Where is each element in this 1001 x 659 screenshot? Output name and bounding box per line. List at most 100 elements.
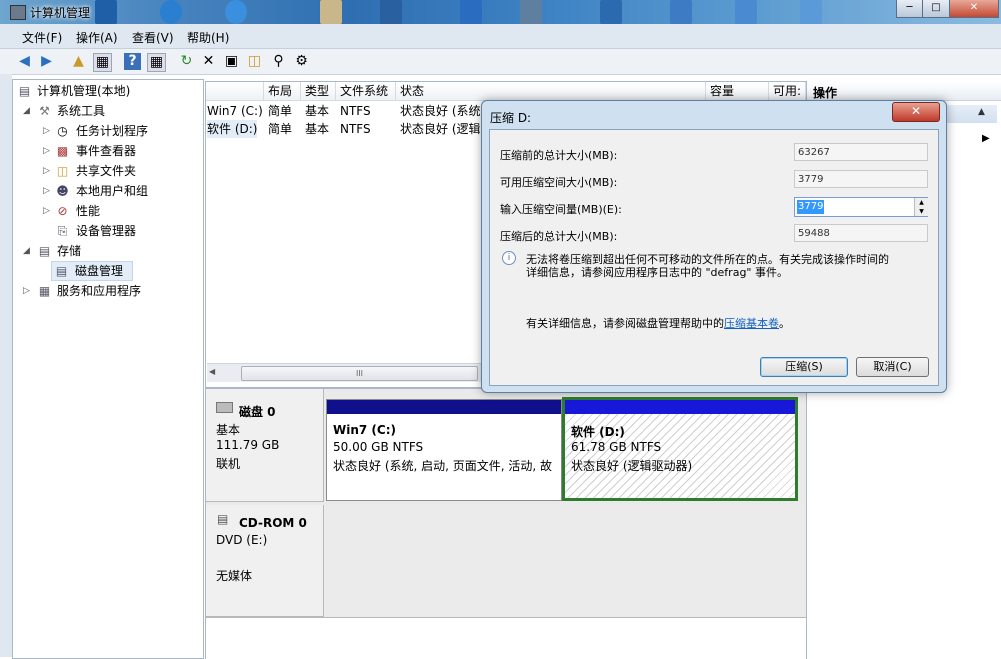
cdrom-empty-area: [324, 505, 806, 616]
shrink-amount-value: 3779: [797, 200, 825, 214]
computer-management-icon: [10, 5, 26, 20]
disk-icon: [216, 402, 233, 413]
horizontal-scrollbar[interactable]: ◀ III: [207, 363, 482, 382]
more-actions-arrow-icon[interactable]: ▶: [982, 133, 990, 144]
tree-label: 计算机管理(本地): [37, 84, 131, 98]
collapse-icon[interactable]: ◢: [23, 241, 33, 261]
disk-state: 联机: [216, 457, 241, 471]
expand-icon[interactable]: ▷: [43, 181, 53, 201]
menu-help[interactable]: 帮助(H): [187, 29, 229, 46]
menu-action[interactable]: 操作(A): [76, 29, 118, 46]
background-tile: [160, 0, 182, 24]
properties-icon[interactable]: ▣: [223, 53, 240, 70]
back-icon[interactable]: ◀: [16, 53, 33, 70]
column-header-capacity[interactable]: 容量: [706, 82, 769, 101]
tree-label: 任务计划程序: [76, 124, 149, 138]
performance-icon: ⊘: [57, 204, 68, 218]
total-before-label: 压缩前的总计大小(MB):: [500, 149, 618, 162]
disk-0-label[interactable]: 磁盘 0 基本 111.79 GB 联机: [206, 389, 324, 502]
minimize-button[interactable]: ─: [896, 0, 923, 18]
volume-type: 基本: [305, 122, 330, 136]
menu-view[interactable]: 查看(V): [132, 29, 174, 46]
tree-label: 存储: [57, 244, 82, 258]
expand-icon[interactable]: ▷: [43, 161, 53, 181]
volume-fs: NTFS: [340, 122, 371, 136]
background-tile: [735, 0, 757, 24]
tree-label: 服务和应用程序: [57, 284, 142, 298]
expand-icon[interactable]: ▷: [43, 201, 53, 221]
tree-label: 磁盘管理: [75, 264, 124, 278]
background-tile: [380, 0, 402, 24]
collapse-up-icon[interactable]: ▲: [978, 107, 985, 117]
partition-size: 61.78 GB NTFS: [571, 440, 662, 454]
expand-icon[interactable]: ▷: [23, 281, 33, 301]
menu-bar: 文件(F) 操作(A) 查看(V) 帮助(H): [0, 24, 1001, 49]
open-folder-icon[interactable]: ◫: [246, 53, 263, 70]
up-folder-icon[interactable]: ▲: [70, 53, 87, 70]
collapse-icon[interactable]: ◢: [23, 101, 33, 121]
dialog-title: 压缩 D:: [490, 111, 532, 125]
available-space-label: 可用压缩空间大小(MB):: [500, 176, 618, 189]
shrink-amount-input[interactable]: 3779 ▲ ▼: [794, 197, 928, 217]
maximize-button[interactable]: □: [922, 0, 950, 18]
background-tile: [670, 0, 692, 24]
info-icon: i: [502, 251, 516, 265]
menu-file[interactable]: 文件(F): [22, 29, 62, 46]
partition-d[interactable]: 软件 (D:) 61.78 GB NTFS 状态良好 (逻辑驱动器): [562, 397, 798, 501]
volume-name: 软件 (D:): [207, 120, 258, 138]
tree-label: 共享文件夹: [76, 164, 137, 178]
expand-icon[interactable]: ▷: [43, 121, 53, 141]
cancel-button[interactable]: 取消(C): [856, 357, 929, 377]
spin-up-icon[interactable]: ▲: [914, 198, 928, 207]
partition-status: 状态良好 (逻辑驱动器): [571, 459, 693, 473]
actions-header: 操作: [807, 81, 1001, 101]
background-tile: [800, 0, 822, 24]
shrink-button[interactable]: 压缩(S): [760, 357, 848, 377]
spin-down-icon[interactable]: ▼: [914, 207, 928, 216]
help-link[interactable]: 压缩基本卷: [724, 317, 779, 330]
column-header-volume[interactable]: [206, 82, 264, 101]
column-header-type[interactable]: 类型: [301, 82, 336, 101]
cdrom-0-label[interactable]: ▤ CD-ROM 0 DVD (E:) 无媒体: [206, 505, 324, 617]
help-icon[interactable]: ?: [124, 53, 141, 70]
dialog-close-button[interactable]: ✕: [892, 102, 940, 122]
column-header-layout[interactable]: 布局: [264, 82, 301, 101]
toolbar: ◀ ▶ ▲ ▦ ? ▦ ↻ ✕ ▣ ◫ ⚲ ⚙: [0, 49, 1001, 75]
forward-icon[interactable]: ▶: [38, 53, 55, 70]
dialog-body: 压缩前的总计大小(MB): 63267 可用压缩空间大小(MB): 3779 输…: [489, 129, 939, 386]
partition-name: Win7 (C:): [333, 423, 396, 437]
help-text-suffix: 。: [779, 317, 790, 330]
action-pane-icon[interactable]: ▦: [147, 53, 166, 72]
tree-label: 本地用户和组: [76, 184, 149, 198]
column-header-status[interactable]: 状态: [396, 82, 706, 101]
column-header-free[interactable]: 可用:: [769, 82, 806, 101]
background-tile: [95, 0, 117, 24]
volume-layout: 简单: [268, 104, 293, 118]
settings-icon[interactable]: ⚙: [293, 53, 310, 70]
column-header-filesystem[interactable]: 文件系统: [336, 82, 396, 101]
delete-icon[interactable]: ✕: [200, 53, 217, 70]
event-log-icon: ▩: [56, 144, 69, 158]
clock-icon: ◷: [57, 124, 68, 138]
background-tile: [520, 0, 542, 24]
title-bar: [0, 0, 1001, 24]
shrink-amount-label: 输入压缩空间量(MB)(E):: [500, 203, 622, 216]
background-tile: [320, 0, 342, 24]
close-button[interactable]: ✕: [949, 0, 999, 18]
scroll-left-icon[interactable]: ◀: [209, 367, 219, 378]
search-icon[interactable]: ⚲: [270, 53, 287, 70]
disk-kind: DVD (E:): [216, 533, 268, 547]
legend-area: [206, 617, 806, 659]
disk-map: 磁盘 0 基本 111.79 GB 联机 Win7 (C:) 50.00 GB …: [205, 388, 807, 659]
scroll-thumb[interactable]: III: [241, 366, 478, 381]
partition-header-bar: [565, 400, 795, 414]
services-icon: ▦: [38, 284, 51, 298]
expand-icon[interactable]: ▷: [43, 141, 53, 161]
refresh-icon[interactable]: ↻: [178, 53, 195, 70]
tree-item-disk-management[interactable]: ▤ 磁盘管理: [51, 261, 133, 281]
disk-kind: 基本: [216, 423, 241, 437]
show-tree-icon[interactable]: ▦: [93, 53, 112, 72]
disk-state: 无媒体: [216, 569, 253, 583]
partition-status: 状态良好 (系统, 启动, 页面文件, 活动, 故: [333, 459, 553, 473]
partition-c[interactable]: Win7 (C:) 50.00 GB NTFS 状态良好 (系统, 启动, 页面…: [326, 399, 562, 501]
